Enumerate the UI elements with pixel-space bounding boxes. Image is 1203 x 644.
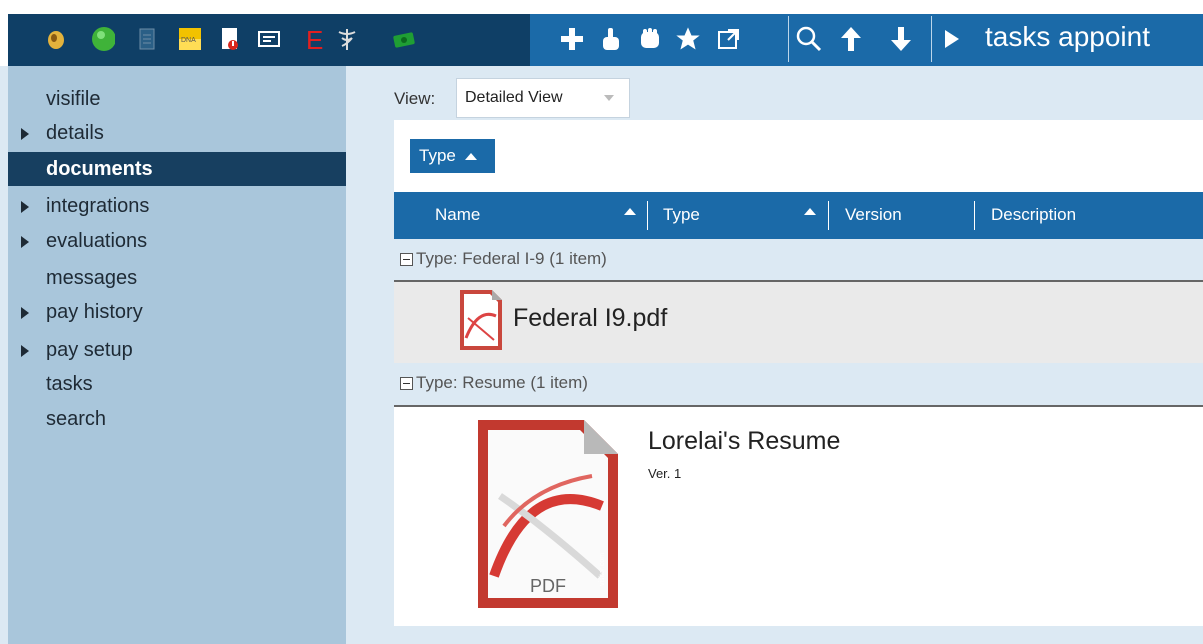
collapse-icon[interactable] xyxy=(400,377,413,390)
hand-pointer-icon[interactable] xyxy=(596,22,626,56)
arrow-up-icon[interactable] xyxy=(836,22,866,56)
arrow-down-icon[interactable] xyxy=(886,22,916,56)
tasks-link[interactable]: tasks appoint xyxy=(985,21,1150,53)
pdf-file-icon[interactable]: PDF visitor.com xyxy=(474,416,622,612)
money-icon[interactable] xyxy=(392,25,416,53)
column-name[interactable]: Name xyxy=(435,205,480,225)
grid-footer xyxy=(394,626,1203,644)
expand-arrow-icon xyxy=(21,201,29,213)
group-chip-label: Type xyxy=(419,146,456,165)
file-name[interactable]: Lorelai's Resume xyxy=(648,427,840,456)
sort-asc-icon[interactable] xyxy=(804,208,816,215)
column-separator xyxy=(828,201,829,230)
pdf-watermark: visitor.com xyxy=(599,553,606,586)
file-name[interactable]: Federal I9.pdf xyxy=(513,304,667,333)
sidebar-item-visifile[interactable]: visifile xyxy=(46,88,100,111)
plus-icon[interactable] xyxy=(557,22,587,56)
top-toolbar: DNA E tasks appoint xyxy=(0,0,1203,66)
sort-asc-icon[interactable] xyxy=(624,208,636,215)
column-version[interactable]: Version xyxy=(845,205,902,225)
sidebar-item-pay-setup[interactable]: pay setup xyxy=(21,339,133,362)
star-icon[interactable] xyxy=(673,22,703,56)
svg-text:DNA: DNA xyxy=(181,37,196,44)
expand-arrow-icon xyxy=(21,345,29,357)
sidebar-item-pay-history[interactable]: pay history xyxy=(21,301,143,324)
group-row-label: Type: Federal I-9 (1 item) xyxy=(416,249,607,268)
green-circle-icon[interactable] xyxy=(91,25,115,53)
hand-grab-icon[interactable] xyxy=(635,22,665,56)
document-alert-icon[interactable] xyxy=(218,25,242,53)
toolbar-separator xyxy=(788,16,789,62)
group-by-type-chip[interactable]: Type xyxy=(410,139,495,173)
column-separator xyxy=(647,201,648,230)
sidebar-item-search[interactable]: search xyxy=(46,408,106,431)
column-type[interactable]: Type xyxy=(663,205,700,225)
pdf-file-icon[interactable] xyxy=(458,288,504,352)
view-select[interactable]: Detailed View xyxy=(456,78,630,118)
expand-arrow-icon xyxy=(21,307,29,319)
sidebar-item-details[interactable]: details xyxy=(21,122,104,145)
seed-icon[interactable] xyxy=(44,25,68,53)
dna-icon[interactable]: DNA xyxy=(178,25,202,53)
expand-arrow-icon xyxy=(21,236,29,248)
pdf-label: PDF xyxy=(530,576,566,596)
sidebar-item-messages[interactable]: messages xyxy=(46,267,137,290)
svg-text:E: E xyxy=(306,26,323,52)
play-icon xyxy=(940,22,964,56)
toolbar-separator-2 xyxy=(931,16,932,62)
sidebar-item-integrations[interactable]: integrations xyxy=(21,195,149,218)
sidebar-item-evaluations[interactable]: evaluations xyxy=(21,230,147,253)
sidebar-item-documents[interactable]: documents xyxy=(46,158,153,181)
group-panel xyxy=(394,120,1203,192)
view-select-value: Detailed View xyxy=(465,89,563,106)
external-link-icon[interactable] xyxy=(714,22,744,56)
sidebar-item-tasks[interactable]: tasks xyxy=(46,373,93,396)
caduceus-icon[interactable] xyxy=(335,25,359,53)
column-separator xyxy=(974,201,975,230)
file-version: Ver. 1 xyxy=(648,466,682,481)
chevron-down-icon xyxy=(604,95,614,101)
id-card-icon[interactable] xyxy=(257,25,281,53)
e-letter-icon[interactable]: E xyxy=(302,25,326,53)
view-label: View: xyxy=(394,89,436,108)
group-row-federal-i9[interactable]: Type: Federal I-9 (1 item) xyxy=(394,239,1203,281)
clipboard-icon[interactable] xyxy=(135,25,159,53)
grid-header: Name Type Version Description xyxy=(394,192,1203,239)
sort-asc-icon xyxy=(464,153,477,160)
collapse-icon[interactable] xyxy=(400,253,413,266)
group-row-resume[interactable]: Type: Resume (1 item) xyxy=(394,363,1203,405)
group-row-label: Type: Resume (1 item) xyxy=(416,373,588,392)
column-description[interactable]: Description xyxy=(991,205,1076,225)
search-icon[interactable] xyxy=(792,22,826,56)
expand-arrow-icon xyxy=(21,128,29,140)
